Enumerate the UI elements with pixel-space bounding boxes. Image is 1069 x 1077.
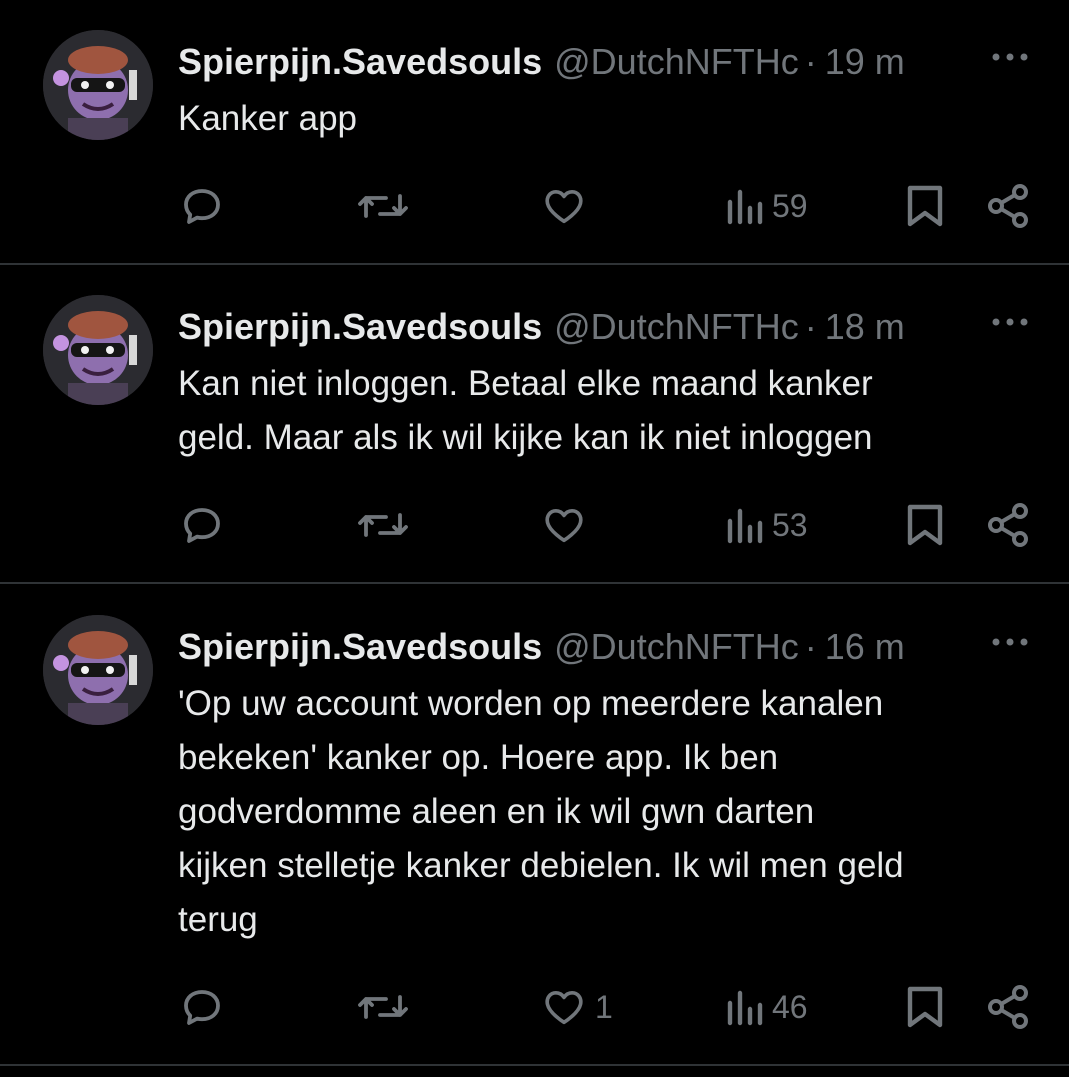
share-button[interactable] — [986, 176, 1030, 236]
retweet-icon — [358, 995, 408, 1019]
like-button[interactable] — [541, 495, 595, 555]
tweet-divider — [0, 1064, 1069, 1066]
avatar-image — [43, 615, 153, 725]
tweet-divider — [0, 582, 1069, 584]
timestamp[interactable]: 18 m — [825, 306, 905, 348]
heart-icon — [545, 189, 583, 224]
tweet-text: Kanker app — [178, 92, 1048, 146]
author-handle[interactable]: @DutchNFTHc — [554, 306, 799, 348]
more-horizontal-icon — [992, 638, 1028, 646]
views-count: 46 — [772, 988, 808, 1025]
bookmark-icon — [907, 504, 943, 546]
like-count: 1 — [595, 988, 613, 1025]
share-icon — [988, 184, 1028, 228]
retweet-button[interactable] — [356, 495, 418, 555]
bookmark-button[interactable] — [904, 176, 946, 236]
author-name[interactable]: Spierpijn.Savedsouls — [178, 306, 542, 348]
tweet-text: Kan niet inloggen. Betaal elke maand kan… — [178, 357, 1048, 465]
reply-button[interactable] — [178, 176, 234, 236]
author-handle[interactable]: @DutchNFTHc — [554, 41, 799, 83]
tweet-text-line: godverdomme aleen en ik wil gwn darten — [178, 792, 815, 831]
author-name[interactable]: Spierpijn.Savedsouls — [178, 41, 542, 83]
avatar-image — [43, 30, 153, 140]
more-button[interactable] — [990, 627, 1030, 657]
views-bar-icon — [727, 508, 763, 544]
avatar[interactable] — [43, 30, 153, 140]
retweet-button[interactable] — [356, 977, 418, 1037]
author-name[interactable]: Spierpijn.Savedsouls — [178, 626, 542, 668]
views-button[interactable]: 53 — [724, 495, 808, 555]
reply-icon — [184, 990, 220, 1025]
author-handle[interactable]: @DutchNFTHc — [554, 626, 799, 668]
more-button[interactable] — [990, 307, 1030, 337]
tweet-text-line: Kan niet inloggen. Betaal elke maand kan… — [178, 364, 873, 403]
tweet-actions: 1 46 — [0, 977, 1069, 1037]
heart-icon — [545, 990, 583, 1025]
share-icon — [988, 503, 1028, 547]
separator-dot: · — [804, 626, 817, 667]
share-button[interactable] — [986, 495, 1030, 555]
bookmark-button[interactable] — [904, 495, 946, 555]
tweet-text-line: kijken stelletje kanker debielen. Ik wil… — [178, 846, 904, 885]
tweet-text-line: bekeken' kanker op. Hoere app. Ik ben — [178, 738, 779, 777]
tweet-header: Spierpijn.Savedsouls @DutchNFTHc · 16 m — [178, 619, 1058, 675]
reply-button[interactable] — [178, 977, 234, 1037]
tweet-text: 'Op uw account worden op meerdere kanale… — [178, 677, 1048, 947]
retweet-icon — [358, 194, 408, 218]
views-count: 59 — [772, 187, 808, 224]
tweet-header: Spierpijn.Savedsouls @DutchNFTHc · 18 m — [178, 299, 1058, 355]
bookmark-icon — [907, 986, 943, 1028]
views-count: 53 — [772, 506, 808, 543]
bookmark-icon — [907, 185, 943, 227]
tweet-text-line: terug — [178, 900, 258, 939]
views-button[interactable]: 59 — [724, 176, 808, 236]
share-icon — [988, 985, 1028, 1029]
separator-dot: · — [804, 306, 817, 347]
separator-dot: · — [804, 41, 817, 82]
reply-button[interactable] — [178, 495, 234, 555]
tweet-text-line: 'Op uw account worden op meerdere kanale… — [178, 684, 884, 723]
reply-icon — [184, 508, 220, 543]
avatar-image — [43, 295, 153, 405]
more-horizontal-icon — [992, 53, 1028, 61]
more-button[interactable] — [990, 42, 1030, 72]
tweet-text-line: geld. Maar als ik wil kijke kan ik niet … — [178, 418, 873, 457]
bookmark-button[interactable] — [904, 977, 946, 1037]
tweet-header: Spierpijn.Savedsouls @DutchNFTHc · 19 m — [178, 34, 1058, 90]
views-bar-icon — [727, 990, 763, 1026]
like-button[interactable]: 1 — [541, 977, 613, 1037]
heart-icon — [545, 508, 583, 543]
views-bar-icon — [727, 189, 763, 225]
retweet-icon — [358, 513, 408, 537]
like-button[interactable] — [541, 176, 595, 236]
timestamp[interactable]: 19 m — [825, 41, 905, 83]
tweet-actions: 59 — [0, 176, 1069, 236]
share-button[interactable] — [986, 977, 1030, 1037]
avatar[interactable] — [43, 615, 153, 725]
views-button[interactable]: 46 — [724, 977, 808, 1037]
tweet-actions: 53 — [0, 495, 1069, 555]
more-horizontal-icon — [992, 318, 1028, 326]
tweet-text-line: Kanker app — [178, 99, 358, 138]
timestamp[interactable]: 16 m — [825, 626, 905, 668]
avatar[interactable] — [43, 295, 153, 405]
retweet-button[interactable] — [356, 176, 418, 236]
reply-icon — [184, 189, 220, 224]
tweet-divider — [0, 263, 1069, 265]
